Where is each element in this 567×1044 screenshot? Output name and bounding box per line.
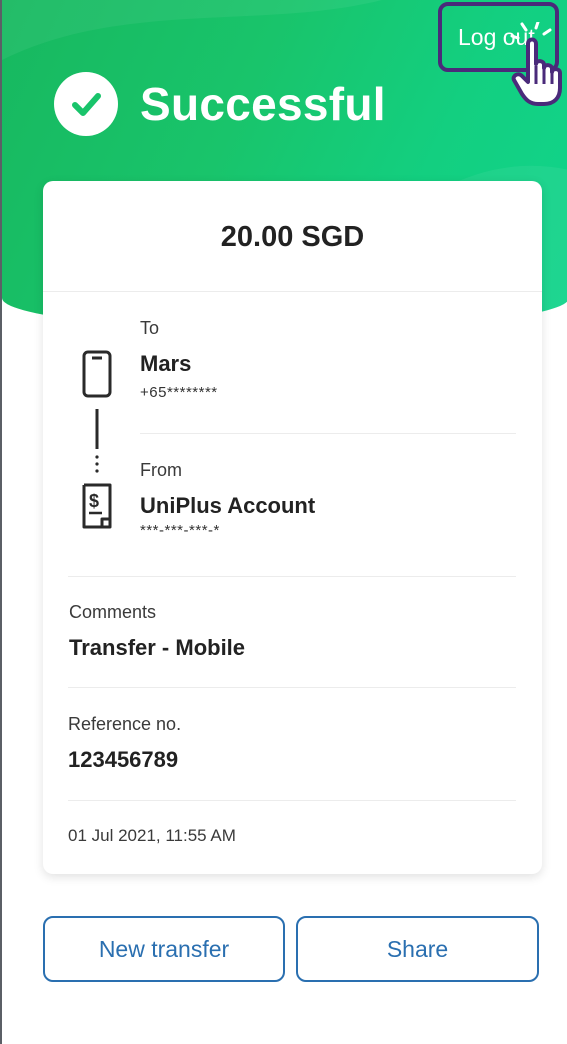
new-transfer-button[interactable]: New transfer (43, 916, 285, 982)
share-button[interactable]: Share (296, 916, 539, 982)
divider (68, 800, 516, 801)
receipt-screen: Successful Log out 20.00 SGD $ To Mars +… (0, 0, 567, 1044)
reference-label: Reference no. (68, 714, 182, 734)
divider (68, 576, 516, 577)
receipt-card: 20.00 SGD $ To Mars +65******** From Uni… (43, 181, 542, 874)
svg-text:$: $ (89, 491, 99, 511)
to-number: +65******** (140, 384, 218, 401)
check-icon (54, 72, 118, 136)
share-label: Share (386, 935, 449, 962)
divider (140, 433, 516, 434)
from-name: UniPlus Account (140, 493, 316, 518)
from-label: From (140, 460, 182, 480)
amount-text: 20.00 SGD (220, 221, 365, 253)
comments-label: Comments (69, 602, 157, 622)
new-transfer-label: New transfer (98, 935, 230, 962)
status-row: Successful (54, 72, 386, 136)
to-name: Mars (140, 351, 192, 376)
phone-icon (82, 350, 112, 398)
divider (68, 687, 516, 688)
reference-value: 123456789 (68, 747, 179, 772)
divider (43, 291, 542, 292)
hand-pointer-icon (510, 22, 562, 106)
transaction-timestamp: 01 Jul 2021, 11:55 AM (68, 826, 236, 845)
comments-value: Transfer - Mobile (69, 635, 246, 660)
status-title: Successful (140, 78, 386, 130)
from-account: ***-***-***-* (140, 522, 220, 539)
connector-line (95, 409, 99, 473)
account-statement-icon: $ (82, 483, 112, 529)
to-label: To (140, 318, 160, 338)
